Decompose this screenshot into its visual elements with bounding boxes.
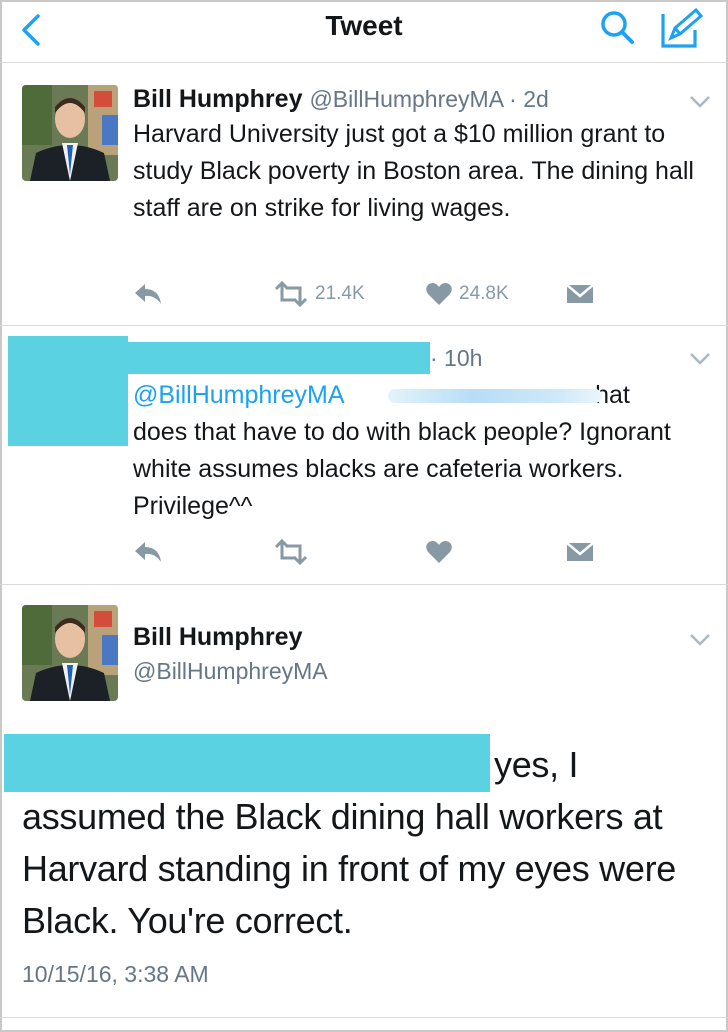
tweet-actions — [133, 537, 693, 567]
direct-message-button[interactable] — [565, 537, 595, 567]
tweet-header: Bill Humphrey @BillHumphreyMA · 2d — [133, 85, 549, 114]
reply-button[interactable] — [133, 279, 163, 309]
retweet-button[interactable] — [273, 537, 309, 567]
reply-button[interactable] — [133, 537, 163, 567]
avatar-photo — [22, 85, 118, 181]
heart-icon — [426, 283, 452, 305]
tweet-text: does that have to do with black people? … — [133, 418, 671, 520]
avatar[interactable] — [22, 85, 118, 181]
avatar[interactable] — [22, 605, 118, 701]
retweet-icon — [274, 539, 308, 565]
tweet-actions: 21.4K 24.8K — [133, 279, 693, 309]
compose-icon — [661, 7, 704, 48]
like-button[interactable]: 24.8K — [425, 279, 509, 309]
redacted-avatar — [8, 336, 128, 446]
envelope-icon — [566, 542, 594, 561]
tweet-item[interactable]: · 10h @BillHumphreyMA what does that hav… — [0, 326, 728, 585]
reply-icon — [135, 542, 161, 562]
redacted-name — [128, 342, 430, 374]
like-count: 24.8K — [459, 283, 509, 304]
user-handle[interactable]: @BillHumphreyMA — [133, 657, 328, 686]
tweet-item[interactable]: Bill Humphrey @BillHumphreyMA · 2d Harva… — [0, 63, 728, 326]
redacted-text — [4, 734, 490, 792]
tweet-detail: Bill Humphrey @BillHumphreyMA yes, I ass… — [0, 585, 728, 1018]
compose-button[interactable] — [658, 6, 704, 50]
direct-message-button[interactable] — [565, 279, 595, 309]
search-icon — [601, 11, 634, 44]
tweet-time: 2d — [523, 86, 549, 112]
user-name[interactable]: Bill Humphrey — [133, 85, 302, 113]
tweet-timestamp: 10/15/16, 3:38 AM — [22, 961, 209, 987]
time-separator: · — [502, 86, 524, 112]
search-button[interactable] — [598, 8, 638, 48]
envelope-icon — [566, 284, 594, 303]
nav-header: Tweet — [0, 0, 728, 63]
tweet-text: assumed the Black dining hall workers at… — [22, 796, 676, 941]
retweet-icon — [274, 281, 308, 307]
reply-icon — [135, 284, 161, 304]
tweet-text: Harvard University just got a $10 millio… — [133, 120, 694, 222]
like-button[interactable] — [425, 537, 453, 567]
chevron-down-icon[interactable] — [688, 631, 712, 649]
blurred-mention — [388, 389, 602, 403]
user-name[interactable]: Bill Humphrey — [133, 623, 302, 652]
user-handle[interactable]: @BillHumphreyMA — [309, 86, 502, 112]
tweet-text-fragment: yes, I — [494, 744, 579, 785]
chevron-down-icon[interactable] — [688, 350, 712, 368]
mention-link[interactable]: @BillHumphreyMA — [133, 381, 343, 409]
chevron-down-icon[interactable] — [688, 93, 712, 111]
avatar-photo — [22, 605, 118, 701]
tweet-time: · 10h — [430, 345, 483, 371]
retweet-button[interactable]: 21.4K — [273, 279, 365, 309]
tweet-header: · 10h — [430, 344, 482, 373]
retweet-count: 21.4K — [315, 283, 365, 304]
heart-icon — [426, 541, 452, 563]
